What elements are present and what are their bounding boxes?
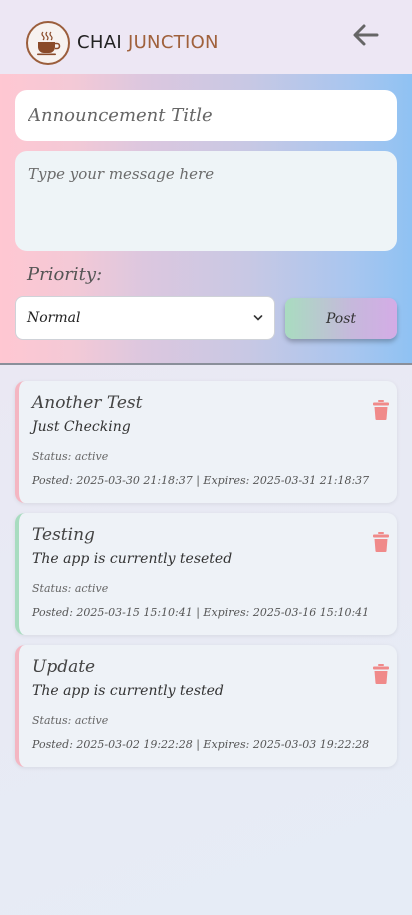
brand-name: CHAI JUNCTION (77, 32, 219, 53)
post-button[interactable]: Post (285, 298, 397, 339)
announcement-title: Testing (32, 525, 95, 545)
message-input[interactable] (15, 151, 397, 251)
trash-icon[interactable] (373, 400, 389, 420)
announcement-dates: Posted: 2025-03-15 15:10:41 | Expires: 2… (32, 606, 370, 619)
trash-icon[interactable] (373, 532, 389, 552)
announcement-card: Update The app is currently tested Statu… (15, 645, 397, 767)
brand-name-part1: CHAI (77, 32, 122, 53)
announcement-status: Status: active (32, 714, 109, 727)
trash-icon[interactable] (373, 664, 389, 684)
announcement-title: Update (32, 657, 96, 677)
app-header: CHAI JUNCTION (0, 0, 412, 74)
arrow-left-icon (353, 24, 379, 46)
priority-selected-value: Normal (27, 310, 81, 326)
announcement-title: Another Test (32, 393, 143, 413)
brand-name-part2: JUNCTION (127, 32, 219, 53)
priority-label: Priority: (27, 264, 103, 285)
compose-panel: Priority: Normal Post (0, 74, 412, 365)
announcement-card: Another Test Just Checking Status: activ… (15, 381, 397, 503)
coffee-cup-icon (26, 21, 70, 65)
chevron-down-icon (253, 315, 263, 321)
priority-select[interactable]: Normal (15, 296, 275, 340)
announcement-dates: Posted: 2025-03-02 19:22:28 | Expires: 2… (32, 738, 370, 751)
announcement-title-input[interactable] (15, 90, 397, 141)
announcement-dates: Posted: 2025-03-30 21:18:37 | Expires: 2… (32, 474, 370, 487)
back-button[interactable] (348, 20, 382, 50)
announcement-card: Testing The app is currently teseted Sta… (15, 513, 397, 635)
announcement-status: Status: active (32, 450, 109, 463)
announcement-status: Status: active (32, 582, 109, 595)
announcement-message: The app is currently tested (32, 683, 224, 699)
announcement-message: The app is currently teseted (32, 551, 233, 567)
announcement-message: Just Checking (32, 419, 131, 435)
